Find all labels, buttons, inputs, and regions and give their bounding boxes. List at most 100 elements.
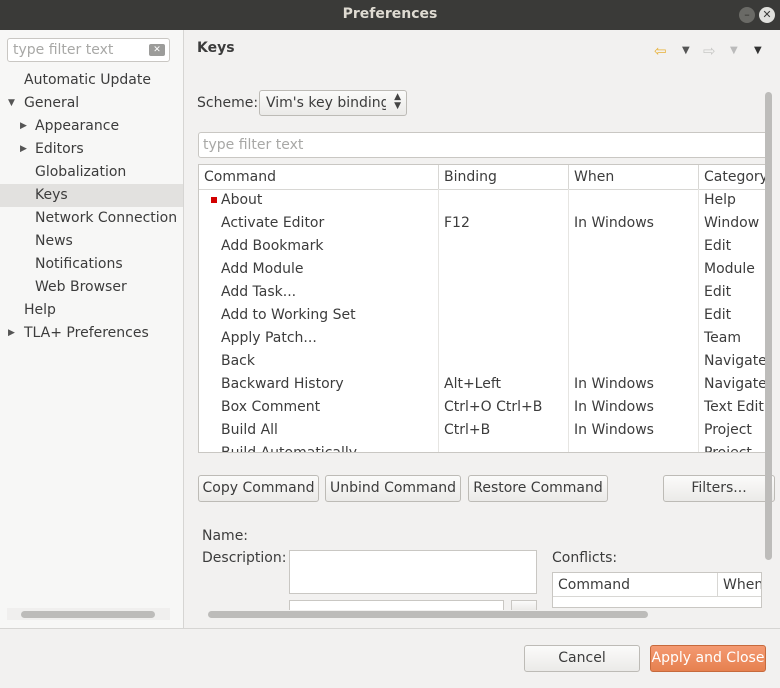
tree-item-automatic-update[interactable]: Automatic Update: [0, 69, 183, 92]
table-row[interactable]: Build Automatically Project: [199, 442, 767, 453]
table-row[interactable]: Add to Working Set Edit: [199, 304, 767, 327]
table-row[interactable]: Add Bookmark Edit: [199, 235, 767, 258]
tree-item-notifications[interactable]: Notifications: [0, 253, 183, 276]
conflicts-column-command[interactable]: Command: [553, 573, 718, 597]
page-title: Keys: [197, 40, 235, 56]
tree-item-help[interactable]: Help: [0, 299, 183, 322]
column-header-binding[interactable]: Binding: [439, 165, 569, 189]
collapsed-arrow-icon[interactable]: ▶: [20, 115, 27, 138]
cell-category: Project: [704, 422, 752, 438]
conflicts-column-when[interactable]: When: [718, 573, 761, 597]
cell-when: In Windows: [574, 215, 654, 231]
tree-item-editors[interactable]: ▶ Editors: [0, 138, 183, 161]
table-row[interactable]: Box Comment Ctrl+O Ctrl+B In Windows Text E…: [199, 396, 767, 419]
tree-item-news[interactable]: News: [0, 230, 183, 253]
name-label: Name:: [202, 528, 249, 544]
tree-item-label: TLA+ Preferences: [24, 325, 149, 341]
keys-table[interactable]: Command Binding When Category About Help A…: [198, 164, 768, 453]
column-header-command[interactable]: Command: [199, 165, 439, 189]
cell-binding: Alt+Left: [444, 376, 502, 392]
cell-command: Box Comment: [221, 399, 321, 415]
chevron-down-icon[interactable]: ▼: [682, 42, 690, 60]
cell-category: Project: [704, 445, 752, 453]
table-row[interactable]: Add Module Module: [199, 258, 767, 281]
scrollbar-thumb[interactable]: [208, 611, 648, 618]
close-button[interactable]: ✕: [759, 7, 775, 23]
tree-item-network-connection[interactable]: Network Connection: [0, 207, 183, 230]
collapsed-arrow-icon[interactable]: ▶: [20, 138, 27, 161]
conflicts-label: Conflicts:: [552, 550, 618, 566]
cell-category: Edit: [704, 307, 732, 323]
restore-command-button[interactable]: Restore Command: [468, 475, 608, 502]
table-row[interactable]: Backward History Alt+Left In Windows Naviga…: [199, 373, 767, 396]
sidebar-filter-input[interactable]: type filter text ✕: [7, 38, 170, 62]
expanded-arrow-icon[interactable]: ▼: [8, 92, 15, 115]
scrollbar-thumb[interactable]: [21, 611, 155, 618]
tree-item-general[interactable]: ▼ General: [0, 92, 183, 115]
dialog-button-bar: Cancel Apply and Close: [0, 628, 780, 688]
clear-filter-icon[interactable]: ✕: [149, 44, 165, 56]
description-field[interactable]: [289, 550, 537, 594]
cell-command: About: [221, 192, 263, 208]
tree-item-keys[interactable]: Keys: [0, 184, 183, 207]
table-row[interactable]: Back Navigate: [199, 350, 767, 373]
keys-preference-page: Keys ⇦ ▼ ⇨ ▼ ▼ Scheme: Vim's key binding…: [184, 30, 780, 628]
sidebar-horizontal-scrollbar[interactable]: [7, 608, 170, 620]
tree-item-web-browser[interactable]: Web Browser: [0, 276, 183, 299]
cell-command: Back: [221, 353, 255, 369]
keys-filter-placeholder: type filter text: [203, 137, 304, 153]
cell-when: In Windows: [574, 399, 654, 415]
filters-button[interactable]: Filters...: [663, 475, 775, 502]
scheme-value: Vim's key bindings: [266, 95, 386, 111]
page-vertical-scrollbar[interactable]: [762, 76, 776, 608]
conflicts-table[interactable]: Command When: [552, 572, 762, 608]
cell-binding: Ctrl+B: [444, 422, 491, 438]
window-title: Preferences: [342, 6, 438, 22]
tree-item-label: Web Browser: [35, 279, 127, 295]
table-header: Command Binding When Category: [199, 165, 767, 190]
cell-binding: F12: [444, 215, 470, 231]
cell-command: Activate Editor: [221, 215, 325, 231]
cell-command: Build Automatically: [221, 445, 358, 453]
keys-filter-input[interactable]: type filter text: [198, 132, 768, 158]
cell-category: Text Edit: [704, 399, 764, 415]
cell-command: Build All: [221, 422, 278, 438]
scrollbar-thumb[interactable]: [765, 92, 772, 560]
column-header-category[interactable]: Category: [699, 165, 767, 189]
view-menu-icon[interactable]: ▼: [754, 42, 762, 60]
preferences-tree: Automatic Update ▼ General ▶ Appearance ▶ E…: [0, 69, 183, 345]
cell-command: Add Bookmark: [221, 238, 324, 254]
cell-command: Backward History: [221, 376, 344, 392]
tree-item-label: Automatic Update: [24, 72, 151, 88]
cell-category: Navigate: [704, 376, 767, 392]
tree-item-label: Notifications: [35, 256, 123, 272]
cell-when: In Windows: [574, 376, 654, 392]
page-horizontal-scrollbar[interactable]: [198, 608, 762, 620]
copy-command-button[interactable]: Copy Command: [198, 475, 319, 502]
scheme-select[interactable]: Vim's key bindings ▲ ▼: [259, 90, 407, 116]
tree-item-label: Keys: [35, 187, 68, 203]
table-row[interactable]: Build All Ctrl+B In Windows Project: [199, 419, 767, 442]
cancel-button[interactable]: Cancel: [524, 645, 640, 672]
tree-item-tla-preferences[interactable]: ▶ TLA+ Preferences: [0, 322, 183, 345]
tree-item-appearance[interactable]: ▶ Appearance: [0, 115, 183, 138]
column-header-when[interactable]: When: [569, 165, 699, 189]
apply-and-close-button[interactable]: Apply and Close: [650, 645, 766, 672]
arrow-left-icon[interactable]: ⇦: [654, 42, 667, 60]
tree-item-label: General: [24, 95, 80, 111]
cell-category: Edit: [704, 238, 732, 254]
table-row[interactable]: Apply Patch... Team: [199, 327, 767, 350]
preferences-sidebar: type filter text ✕ Automatic Update ▼ Gen…: [0, 30, 184, 628]
table-row[interactable]: Activate Editor F12 In Windows Window: [199, 212, 767, 235]
table-row[interactable]: About Help: [199, 189, 767, 212]
cell-command: Add to Working Set: [221, 307, 356, 323]
tree-item-label: News: [35, 233, 73, 249]
tree-item-globalization[interactable]: Globalization: [0, 161, 183, 184]
cell-command: Add Module: [221, 261, 304, 277]
minimize-button[interactable]: –: [739, 7, 755, 23]
tree-item-label: Network Connection: [35, 210, 178, 226]
collapsed-arrow-icon[interactable]: ▶: [8, 322, 15, 345]
window-titlebar: Preferences – ✕: [0, 0, 780, 30]
unbind-command-button[interactable]: Unbind Command: [325, 475, 461, 502]
table-row[interactable]: Add Task... Edit: [199, 281, 767, 304]
